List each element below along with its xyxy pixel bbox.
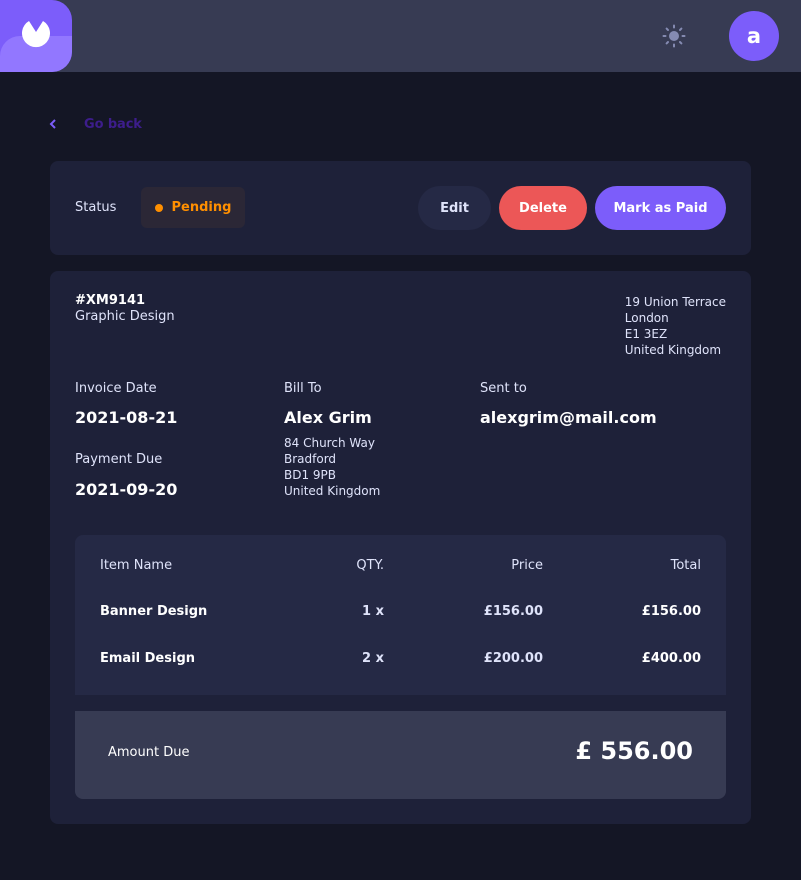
qty-header: QTY. [356,558,384,573]
invoice-id: #XM9141 [75,293,146,308]
payment-due-date: 2021-09-20 [75,480,178,499]
items-table: Item Name QTY. Price Total Banner Design… [75,535,726,695]
app-logo[interactable] [0,0,72,72]
invoice-detail-card: #XM9141 Graphic Design 19 Union Terrace … [50,271,751,824]
item-name-header: Item Name [100,558,173,573]
item-qty: 1 x [362,604,384,619]
amount-due-value: £ 556.00 [575,737,693,765]
top-bar: a [0,0,801,72]
item-price: £156.00 [483,604,543,619]
amount-due-label: Amount Due [108,745,190,760]
chevron-left-icon [49,119,56,129]
avatar[interactable]: a [729,11,779,61]
price-header: Price [511,558,543,573]
go-back-link[interactable]: Go back [48,114,142,134]
sender-city: London [624,311,669,325]
sender-street: 19 Union Terrace [624,295,726,309]
status-text: Pending [171,200,232,215]
client-country: United Kingdom [284,484,381,498]
amount-due-box: Amount Due £ 556.00 [75,711,726,799]
invoice-description: Graphic Design [75,309,175,324]
status-dot-icon [154,203,163,212]
invoice-date: 2021-08-21 [75,408,178,427]
edit-button[interactable]: Edit [418,186,491,230]
sender-address: 19 Union Terrace London E1 3EZ United Ki… [625,294,726,358]
sender-country: United Kingdom [624,343,722,357]
mark-as-paid-button[interactable]: Mark as Paid [595,186,726,230]
logo-mark-icon [22,21,50,48]
payment-due-label: Payment Due [75,452,163,467]
sent-to-label: Sent to [480,381,527,396]
client-address: 84 Church Way Bradford BD1 9PB United Ki… [284,435,380,499]
delete-button[interactable]: Delete [499,186,587,230]
client-street: 84 Church Way [284,436,375,450]
client-postcode: BD1 9PB [284,468,337,482]
status-badge: Pending [141,187,245,228]
item-price: £200.00 [483,651,543,666]
sun-icon[interactable] [662,24,686,48]
bill-to-label: Bill To [284,381,322,396]
go-back-label: Go back [84,116,142,132]
client-email: alexgrim@mail.com [480,408,657,427]
item-qty: 2 x [362,651,384,666]
item-total: £400.00 [641,651,701,666]
item-total: £156.00 [641,604,701,619]
status-label: Status [75,200,117,215]
total-header: Total [670,558,701,573]
invoice-date-label: Invoice Date [75,381,157,396]
item-name: Banner Design [100,604,208,619]
client-city: Bradford [284,452,337,466]
status-bar: Status Pending Edit Delete Mark as Paid [50,161,751,255]
client-name: Alex Grim [284,408,372,427]
sender-postcode: E1 3EZ [624,327,668,341]
item-name: Email Design [100,651,195,666]
